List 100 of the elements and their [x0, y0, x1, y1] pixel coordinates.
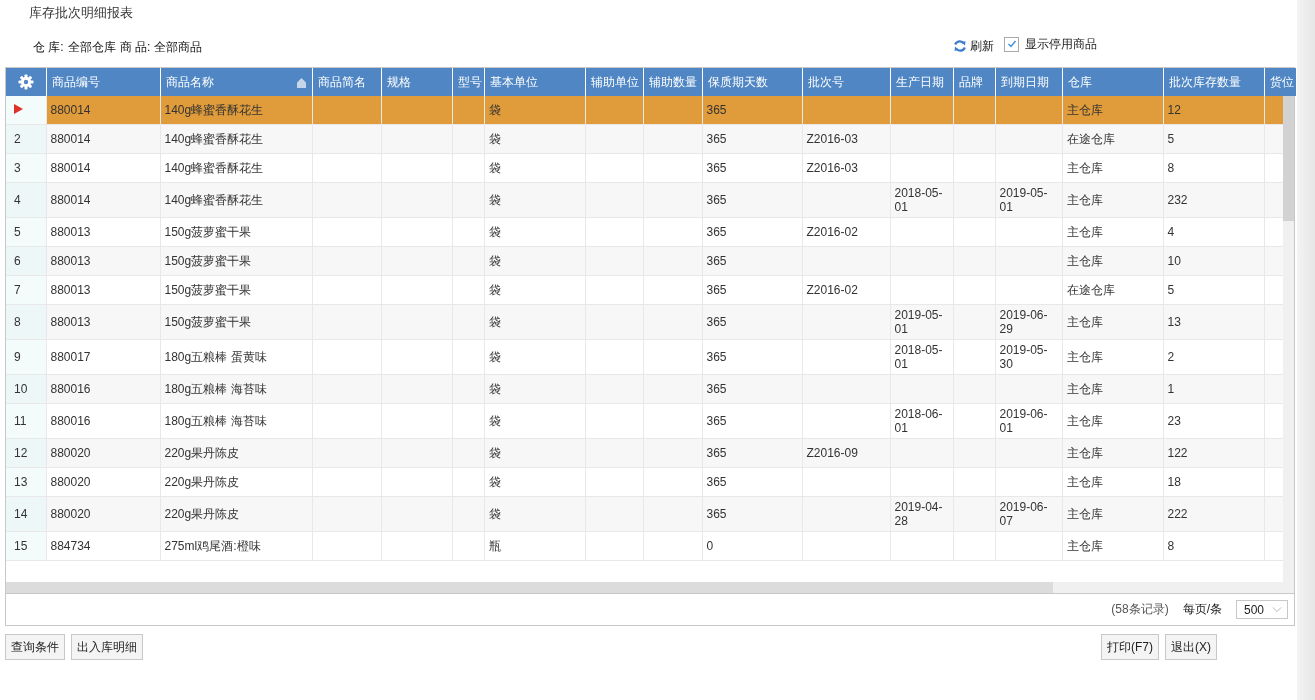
table-cell: 880016: [50, 414, 91, 428]
table-cell: 880014: [50, 132, 91, 146]
row-number: 6: [14, 254, 21, 268]
table-cell: 880020: [50, 507, 91, 521]
column-header[interactable]: 批次号: [802, 68, 890, 96]
column-header[interactable]: 规格: [381, 68, 452, 96]
table-cell: 880017: [50, 350, 91, 364]
table-row[interactable]: 3 880014 140g蜂蜜香酥花生 袋 365 Z2016-03 主仓库 8: [6, 153, 1283, 183]
table-cell: 袋: [488, 192, 501, 207]
row-number: 14: [14, 507, 28, 521]
table-cell: 13: [1167, 315, 1181, 329]
table-cell: 365: [706, 161, 727, 175]
table-row[interactable]: 9 880017 180g五粮棒 蛋黄味 袋 365 2018-05-01 2019-05-30 主仓库 2: [6, 339, 1283, 375]
table-row[interactable]: 2 880014 140g蜂蜜香酥花生 袋 365 Z2016-03 在途仓库 5: [6, 124, 1283, 154]
table-cell: 365: [706, 225, 727, 239]
table-row[interactable]: 15 884734 275ml鸡尾酒:橙味 瓶 0 主仓库 8: [6, 531, 1283, 561]
window-title: 库存批次明细报表: [28, 4, 134, 22]
table-cell: 365: [706, 414, 727, 428]
table-cell: 主仓库: [1066, 314, 1103, 329]
table-row[interactable]: 8 880013 150g菠萝蜜干果 袋 365 2019-05-01 2019-06-29 主仓库 13: [6, 304, 1283, 340]
column-header[interactable]: 品牌: [953, 68, 995, 96]
row-number: 13: [14, 475, 28, 489]
current-row-icon: [14, 104, 23, 114]
table-cell: Z2016-02: [806, 225, 858, 239]
table-cell: 主仓库: [1066, 102, 1103, 117]
table-cell: 主仓库: [1066, 506, 1103, 521]
table-row[interactable]: 6 880013 150g菠萝蜜干果 袋 365 主仓库 10: [6, 246, 1283, 276]
table-cell: 365: [706, 446, 727, 460]
filter-label: 仓 库:: [33, 38, 64, 56]
table-cell: 袋: [488, 224, 501, 239]
action-button[interactable]: 打印(F7): [1101, 634, 1159, 660]
column-header[interactable]: 型号: [452, 68, 484, 96]
table-row[interactable]: 12 880020 220g果丹陈皮 袋 365 Z2016-09 主仓库 122: [6, 438, 1283, 468]
column-header[interactable]: 商品简名: [312, 68, 381, 96]
row-number: 15: [14, 539, 28, 553]
check-icon: [1006, 39, 1017, 49]
table-cell: 140g蜂蜜香酥花生: [164, 192, 264, 207]
table-cell: 8: [1167, 161, 1175, 175]
table-cell: 2019-04-28: [894, 500, 943, 528]
table-cell: 1: [1167, 382, 1175, 396]
table-cell: 220g果丹陈皮: [164, 445, 240, 460]
table-cell: 880013: [50, 283, 91, 297]
column-header[interactable]: 到期日期: [995, 68, 1062, 96]
table-row[interactable]: 7 880013 150g菠萝蜜干果 袋 365 Z2016-02 在途仓库 5: [6, 275, 1283, 305]
page-size-label: 每页/条: [1182, 601, 1222, 618]
table-row[interactable]: 11 880016 180g五粮棒 海苔味 袋 365 2018-06-01 2019-06-01 主仓库 23: [6, 403, 1283, 439]
table-cell: 袋: [488, 413, 501, 428]
checkbox[interactable]: [1004, 36, 1019, 52]
action-button[interactable]: 出入库明细: [71, 634, 143, 660]
table-cell: 884734: [50, 539, 91, 553]
table-cell: 880020: [50, 475, 91, 489]
settings-icon[interactable]: [17, 74, 34, 90]
column-header[interactable]: 仓库: [1062, 68, 1163, 96]
table-cell: 主仓库: [1066, 253, 1103, 268]
column-header[interactable]: 生产日期: [890, 68, 953, 96]
record-count: (58条记录): [1111, 601, 1169, 618]
table-cell: 5: [1167, 132, 1175, 146]
table-cell: 232: [1167, 193, 1188, 207]
table-cell: 180g五粮棒 海苔味: [164, 381, 267, 396]
table-cell: 365: [706, 315, 727, 329]
table-row[interactable]: 880014 140g蜂蜜香酥花生 袋 365 主仓库 12: [6, 96, 1283, 125]
table-cell: 主仓库: [1066, 160, 1103, 175]
table-cell: Z2016-03: [806, 132, 858, 146]
table-cell: 2018-05-01: [894, 186, 943, 214]
checkbox-label: 显示停用商品: [1025, 35, 1097, 53]
refresh-icon: [953, 39, 967, 53]
row-number: 11: [14, 414, 27, 428]
table-cell: 150g菠萝蜜干果: [164, 314, 252, 329]
column-header[interactable]: 批次库存数量: [1163, 68, 1264, 96]
table-cell: 袋: [488, 253, 501, 268]
vertical-scrollbar[interactable]: [1283, 96, 1294, 582]
horizontal-scrollbar[interactable]: [6, 582, 1294, 593]
column-header[interactable]: 辅助数量: [643, 68, 702, 96]
table-row[interactable]: 4 880014 140g蜂蜜香酥花生 袋 365 2018-05-01 2019-05-01 主仓库 232: [6, 182, 1283, 218]
table-row[interactable]: 14 880020 220g果丹陈皮 袋 365 2019-04-28 2019-06-07 主仓库 222: [6, 496, 1283, 532]
page-size-select[interactable]: 500: [1236, 600, 1288, 619]
column-header[interactable]: 货位: [1264, 68, 1296, 96]
column-header[interactable]: 保质期天数: [702, 68, 802, 96]
table-row[interactable]: 5 880013 150g菠萝蜜干果 袋 365 Z2016-02 主仓库 4: [6, 217, 1283, 247]
row-number: 12: [14, 446, 28, 460]
table-cell: 袋: [488, 102, 501, 117]
table-cell: 180g五粮棒 海苔味: [164, 413, 267, 428]
table-row[interactable]: 13 880020 220g果丹陈皮 袋 365 主仓库 18: [6, 467, 1283, 497]
column-header[interactable]: 辅助单位: [585, 68, 643, 96]
table-cell: 365: [706, 283, 727, 297]
table-cell: 袋: [488, 282, 501, 297]
table-cell: 主仓库: [1066, 474, 1103, 489]
refresh-button[interactable]: 刷新: [953, 37, 994, 55]
column-header[interactable]: 商品编号: [46, 68, 160, 96]
action-button[interactable]: 退出(X): [1165, 634, 1217, 660]
table-cell: 365: [706, 193, 727, 207]
table-cell: 2018-06-01: [894, 407, 943, 435]
column-header[interactable]: 基本单位: [484, 68, 585, 96]
column-header[interactable]: 商品名称: [160, 68, 312, 96]
table-row[interactable]: 10 880016 180g五粮棒 海苔味 袋 365 主仓库 1: [6, 374, 1283, 404]
table-cell: 2019-05-01: [894, 308, 943, 336]
action-button[interactable]: 查询条件: [5, 634, 65, 660]
table-cell: 2018-05-01: [894, 343, 943, 371]
table-cell: 150g菠萝蜜干果: [164, 282, 252, 297]
table-cell: 880014: [50, 193, 91, 207]
